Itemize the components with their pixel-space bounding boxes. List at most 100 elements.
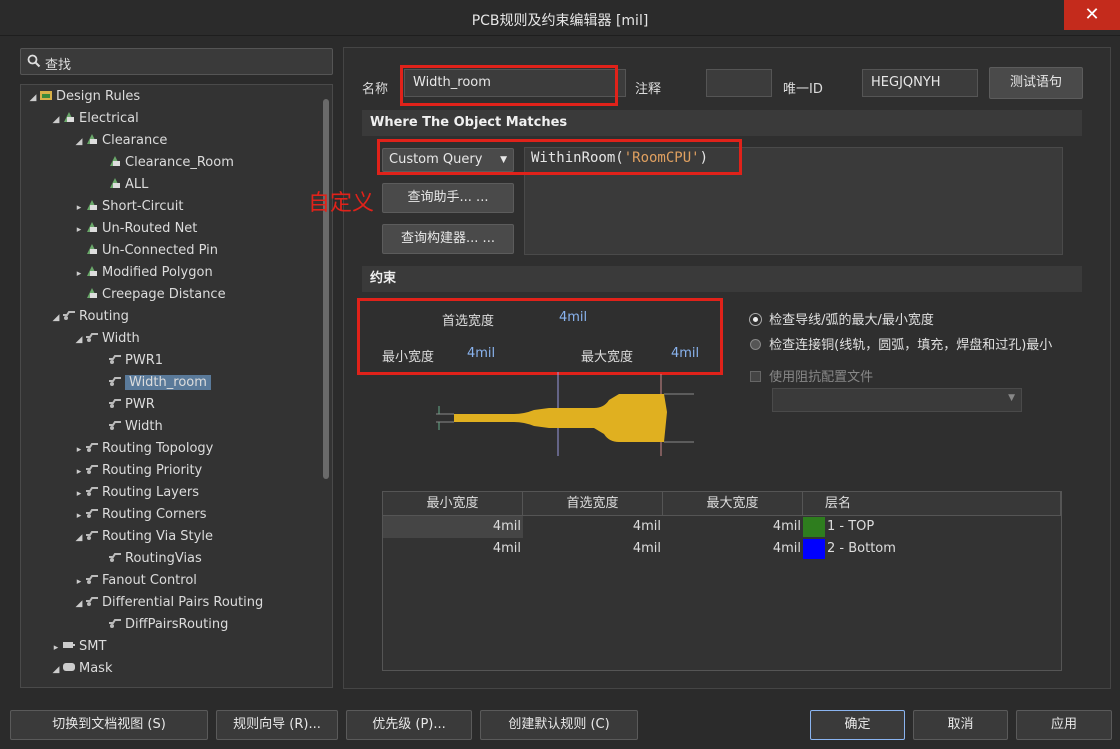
route-icon	[85, 441, 102, 456]
tree-item-label: Electrical	[79, 111, 139, 126]
layer-width-table: 最小宽度 首选宽度 最大宽度 层名 4mil 4mil 4mil 1 - TOP…	[382, 491, 1062, 671]
col-header-layer[interactable]: 层名	[803, 492, 1061, 516]
tree-item-differential-pairs-routing[interactable]: ◢ Differential Pairs Routing	[73, 592, 264, 615]
expand-arrow-icon[interactable]: ▸	[73, 483, 85, 505]
min-width-value[interactable]: 4mil	[467, 346, 495, 361]
route-icon	[108, 353, 125, 368]
preferred-width-value[interactable]: 4mil	[559, 310, 587, 325]
rule-icon	[85, 287, 102, 302]
row1-pref[interactable]: 4mil	[523, 516, 663, 538]
expand-arrow-icon[interactable]: ◢	[73, 593, 85, 615]
tree-item-diff-pairs-routing[interactable]: DiffPairsRouting	[96, 614, 228, 636]
test-query-button[interactable]: 测试语句	[989, 67, 1083, 99]
tree-item-short-circuit[interactable]: ▸ Short-Circuit	[73, 196, 184, 219]
expand-arrow-icon[interactable]: ▸	[73, 571, 85, 593]
rule-wizard-button[interactable]: 规则向导 (R)...	[216, 710, 338, 740]
width-diagram	[436, 372, 694, 456]
col-header-pref[interactable]: 首选宽度	[523, 492, 663, 516]
route-icon	[85, 485, 102, 500]
tree-item-modified-polygon[interactable]: ▸ Modified Polygon	[73, 262, 213, 284]
query-builder-button[interactable]: 查询构建器... ...	[382, 224, 514, 254]
rules-tree[interactable]: ◢ Design Rules ◢ Electrical ◢ Clearance Cleara…	[20, 84, 333, 688]
tree-item-pwr1[interactable]: PWR1	[96, 350, 163, 372]
radio-check-copper[interactable]: 检查连接铜(线轨，圆弧，填充，焊盘和过孔)最小	[750, 334, 1068, 353]
expand-arrow-icon[interactable]: ▸	[73, 197, 85, 219]
tree-item-mask[interactable]: ◢ Mask	[50, 658, 113, 681]
close-button[interactable]: ✕	[1064, 0, 1120, 30]
expand-arrow-icon[interactable]: ◢	[50, 109, 62, 131]
tree-item-un-connected-pin[interactable]: Un-Connected Pin	[73, 240, 218, 262]
uid-field[interactable]: HEGJQNYH	[862, 69, 978, 97]
tree-item-clearance[interactable]: ◢ Clearance	[73, 130, 168, 153]
uid-label: 唯一ID	[783, 82, 823, 97]
route-icon	[85, 573, 102, 588]
tree-item-label: DiffPairsRouting	[125, 617, 229, 632]
expand-arrow-icon[interactable]: ▸	[73, 263, 85, 285]
tree-item-routing-priority[interactable]: ▸ Routing Priority	[73, 460, 203, 483]
tree-item-width-room[interactable]: Width_room	[96, 372, 211, 394]
create-default-rules-button[interactable]: 创建默认规则 (C)	[480, 710, 638, 740]
tree-item-un-routed-net[interactable]: ▸ Un-Routed Net	[73, 218, 198, 241]
tree-item-routing-via-style[interactable]: ◢ Routing Via Style	[73, 526, 213, 548]
tree-item-label: Mask	[79, 661, 113, 676]
col-header-max[interactable]: 最大宽度	[663, 492, 803, 516]
apply-button[interactable]: 应用	[1016, 710, 1112, 740]
tree-item-label: Width	[102, 331, 140, 346]
tree-item-pwr[interactable]: PWR	[96, 394, 155, 416]
tree-item-routing-vias[interactable]: RoutingVias	[96, 548, 202, 570]
expand-arrow-icon[interactable]: ◢	[27, 87, 39, 109]
expand-arrow-icon[interactable]: ◢	[50, 307, 62, 329]
tree-item-smt[interactable]: ▸ SMT	[50, 636, 107, 659]
tree-item-label: Routing Layers	[102, 485, 199, 500]
tree-item-creepage-distance[interactable]: Creepage Distance	[73, 284, 226, 306]
row2-pref[interactable]: 4mil	[523, 538, 663, 560]
priority-button[interactable]: 优先级 (P)...	[346, 710, 472, 740]
radio-check-track-width[interactable]: 检查导线/弧的最大/最小宽度	[750, 309, 934, 328]
tree-item-routing[interactable]: ◢ Routing	[50, 306, 129, 328]
expand-arrow-icon[interactable]: ▸	[73, 505, 85, 527]
rule-icon	[85, 199, 102, 214]
layer-color-swatch	[803, 517, 825, 537]
tree-item-routing-corners[interactable]: ▸ Routing Corners	[73, 504, 207, 527]
tree-item-label: Design Rules	[56, 89, 141, 104]
tree-item-label: Routing Topology	[102, 441, 214, 456]
tree-item-clearance-room[interactable]: Clearance_Room	[96, 152, 234, 174]
tree-item-fanout-control[interactable]: ▸ Fanout Control	[73, 570, 197, 592]
col-header-min[interactable]: 最小宽度	[383, 492, 523, 516]
expand-arrow-icon[interactable]: ▸	[73, 461, 85, 483]
max-width-label: 最大宽度	[581, 350, 634, 365]
tree-item-all[interactable]: ALL	[96, 174, 148, 196]
query-helper-button[interactable]: 查询助手... ...	[382, 183, 514, 213]
expand-arrow-icon[interactable]: ◢	[73, 329, 85, 351]
doc-view-button[interactable]: 切换到文档视图 (S)	[10, 710, 208, 740]
expand-arrow-icon[interactable]: ▸	[73, 439, 85, 461]
row2-min[interactable]: 4mil	[383, 538, 523, 560]
tree-scrollbar[interactable]	[323, 89, 329, 685]
max-width-value[interactable]: 4mil	[671, 346, 699, 361]
ok-button[interactable]: 确定	[810, 710, 905, 740]
expand-arrow-icon[interactable]: ◢	[50, 659, 62, 681]
tree-item-width-rule[interactable]: Width	[96, 416, 163, 438]
impedance-checkbox[interactable]: 使用阻抗配置文件	[750, 366, 873, 385]
expand-arrow-icon[interactable]: ▸	[50, 637, 62, 659]
tree-item-label: Routing Corners	[102, 507, 207, 522]
tree-item-electrical[interactable]: ◢ Electrical	[50, 108, 139, 130]
tree-item-label: PWR	[125, 397, 155, 412]
impedance-profile-select[interactable]: ▼	[772, 388, 1022, 412]
folder-icon	[39, 89, 56, 104]
tree-item-label: Creepage Distance	[102, 287, 226, 302]
row1-min[interactable]: 4mil	[383, 516, 523, 538]
row1-max[interactable]: 4mil	[663, 516, 803, 538]
expand-arrow-icon[interactable]: ◢	[73, 527, 85, 549]
tree-item-routing-layers[interactable]: ▸ Routing Layers	[73, 482, 199, 504]
cancel-button[interactable]: 取消	[913, 710, 1008, 740]
expand-arrow-icon[interactable]: ▸	[73, 219, 85, 241]
expand-arrow-icon[interactable]: ◢	[73, 131, 85, 153]
search-input[interactable]: 查找	[20, 48, 333, 75]
tree-item-width[interactable]: ◢ Width	[73, 328, 140, 350]
tree-item-design-rules[interactable]: ◢ Design Rules	[27, 86, 141, 109]
row2-max[interactable]: 4mil	[663, 538, 803, 560]
search-placeholder: 查找	[45, 58, 72, 73]
comment-field[interactable]	[706, 69, 772, 97]
tree-item-routing-topology[interactable]: ▸ Routing Topology	[73, 438, 214, 461]
